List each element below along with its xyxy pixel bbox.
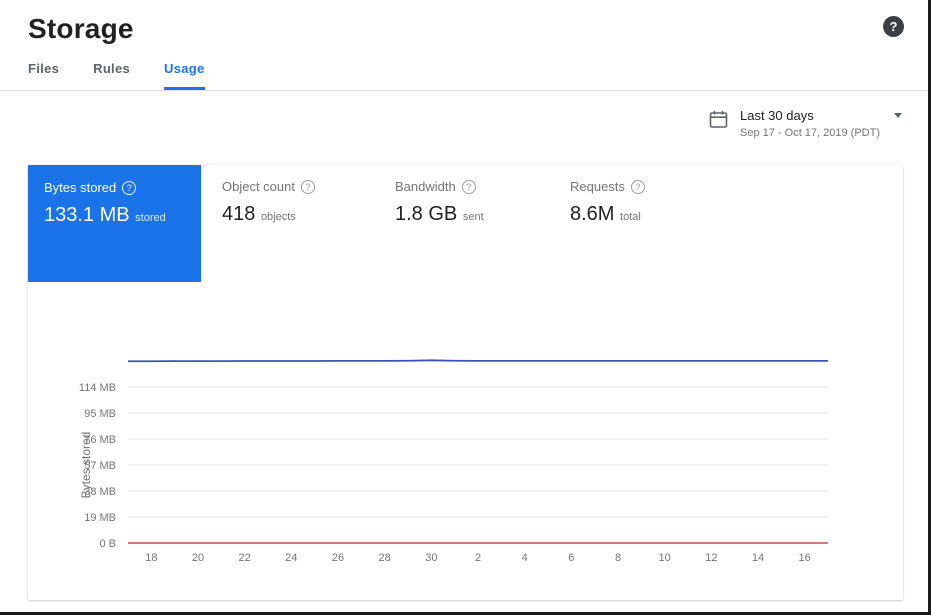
x-tick-label: 4 bbox=[522, 552, 528, 564]
y-tick-label: 95 MB bbox=[84, 408, 116, 420]
metric-unit: total bbox=[620, 211, 641, 223]
metric-unit: stored bbox=[135, 212, 166, 224]
date-range-selector[interactable]: Last 30 days Sep 17 - Oct 17, 2019 (PDT) bbox=[709, 108, 902, 139]
usage-chart: 0 B19 MB38 MB57 MB76 MB95 MB114 MB182022… bbox=[28, 335, 903, 575]
page-header: Storage ? bbox=[0, 0, 928, 45]
metric-value: 1.8 GB bbox=[395, 203, 457, 225]
y-tick-label: 114 MB bbox=[79, 382, 116, 394]
metric-card-requests[interactable]: Requests ? 8.6M total bbox=[570, 179, 645, 226]
tab-files[interactable]: Files bbox=[28, 61, 59, 90]
x-tick-label: 20 bbox=[192, 552, 204, 564]
x-tick-label: 12 bbox=[705, 552, 717, 564]
dropdown-caret-icon[interactable] bbox=[894, 113, 902, 118]
y-tick-label: 0 B bbox=[99, 538, 116, 550]
x-tick-label: 10 bbox=[659, 552, 671, 564]
help-outline-icon[interactable]: ? bbox=[631, 180, 645, 194]
metric-title: Bandwidth bbox=[395, 179, 456, 194]
metric-card-bandwidth[interactable]: Bandwidth ? 1.8 GB sent bbox=[395, 179, 484, 226]
metric-title: Requests bbox=[570, 179, 625, 194]
x-tick-label: 30 bbox=[425, 552, 437, 564]
date-range-detail: Sep 17 - Oct 17, 2019 (PDT) bbox=[740, 127, 902, 139]
metric-unit: objects bbox=[261, 211, 296, 223]
usage-panel: Bytes stored ? 133.1 MB stored Object co… bbox=[28, 165, 903, 600]
x-tick-label: 16 bbox=[799, 552, 811, 564]
x-tick-label: 26 bbox=[332, 552, 344, 564]
metric-card-bytes-stored[interactable]: Bytes stored ? 133.1 MB stored bbox=[28, 165, 201, 282]
metric-value: 418 bbox=[222, 203, 255, 225]
date-range-label: Last 30 days bbox=[740, 108, 814, 123]
date-range-text: Last 30 days Sep 17 - Oct 17, 2019 (PDT) bbox=[740, 108, 902, 139]
metric-unit: sent bbox=[463, 211, 484, 223]
tab-usage[interactable]: Usage bbox=[164, 61, 205, 90]
y-axis-label: Bytes stored bbox=[79, 432, 93, 499]
calendar-icon bbox=[709, 110, 728, 129]
metric-title: Bytes stored bbox=[44, 180, 116, 195]
x-tick-label: 28 bbox=[379, 552, 391, 564]
y-tick-label: 19 MB bbox=[84, 512, 116, 524]
page-title: Storage bbox=[28, 13, 134, 45]
tab-bar: Files Rules Usage bbox=[0, 45, 928, 91]
tab-rules[interactable]: Rules bbox=[93, 61, 130, 90]
x-tick-label: 2 bbox=[475, 552, 481, 564]
x-tick-label: 8 bbox=[615, 552, 621, 564]
metric-value: 8.6M bbox=[570, 203, 614, 225]
help-outline-icon[interactable]: ? bbox=[301, 180, 315, 194]
x-tick-label: 24 bbox=[285, 552, 297, 564]
help-icon[interactable]: ? bbox=[883, 16, 904, 37]
help-outline-icon[interactable]: ? bbox=[462, 180, 476, 194]
metric-title: Object count bbox=[222, 179, 295, 194]
storage-page: Storage ? Files Rules Usage Last 30 days… bbox=[0, 0, 931, 615]
x-tick-label: 14 bbox=[752, 552, 764, 564]
metric-value: 133.1 MB bbox=[44, 204, 130, 226]
x-tick-label: 22 bbox=[239, 552, 251, 564]
x-tick-label: 18 bbox=[145, 552, 157, 564]
help-outline-icon[interactable]: ? bbox=[122, 181, 136, 195]
metric-card-object-count[interactable]: Object count ? 418 objects bbox=[222, 179, 315, 226]
x-tick-label: 6 bbox=[568, 552, 574, 564]
chart-line bbox=[128, 360, 828, 361]
